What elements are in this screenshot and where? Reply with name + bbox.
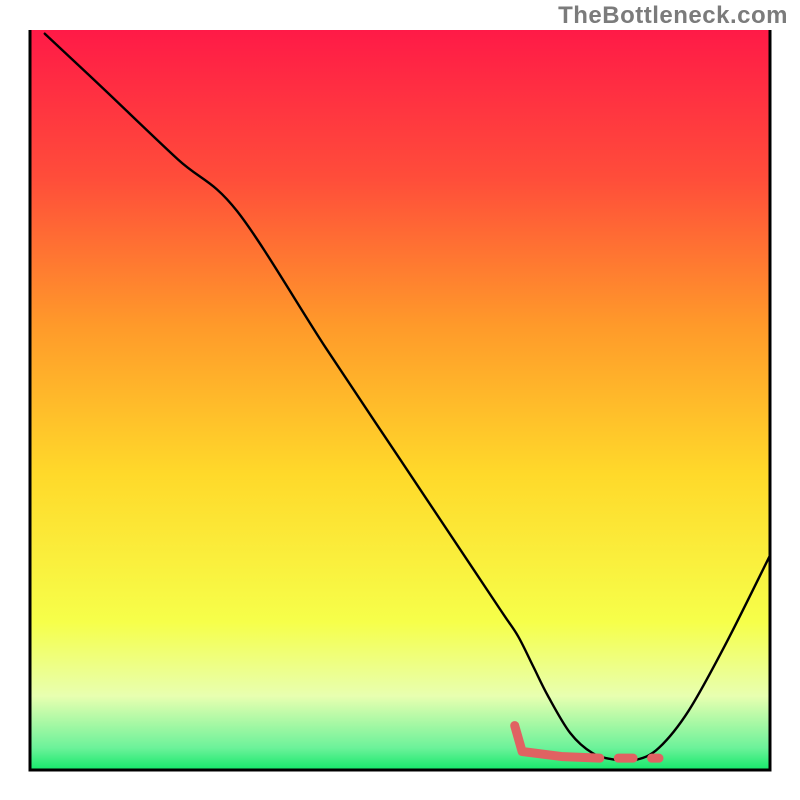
- gradient-background: [30, 30, 770, 770]
- bottleneck-chart: [0, 0, 800, 800]
- chart-frame: { "watermark": "TheBottleneck.com", "cha…: [0, 0, 800, 800]
- watermark-label: TheBottleneck.com: [558, 2, 788, 30]
